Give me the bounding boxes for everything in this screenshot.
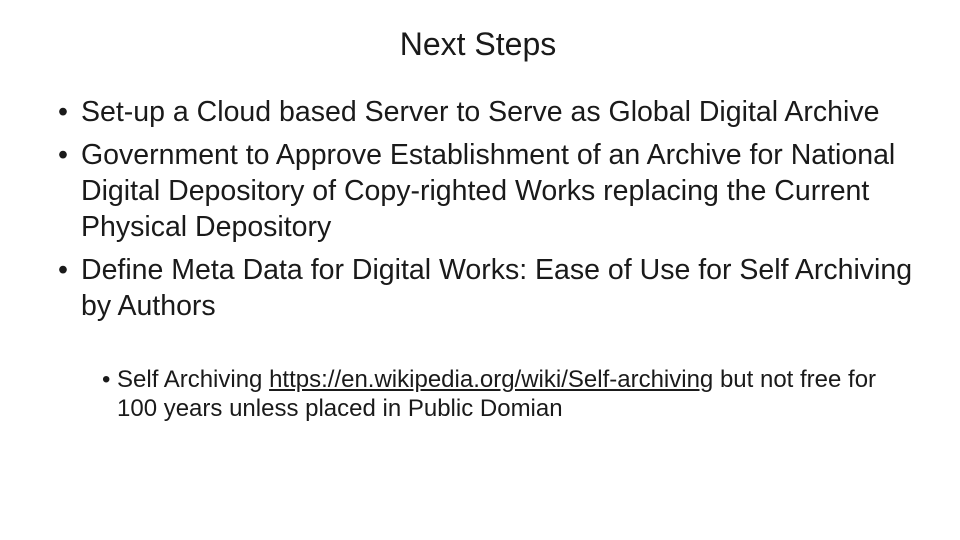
bullet-item: Define Meta Data for Digital Works: Ease… xyxy=(57,252,917,324)
sub-bullet-item: Self Archiving https://en.wikipedia.org/… xyxy=(101,365,901,423)
bullet-item: Government to Approve Establishment of a… xyxy=(57,137,917,245)
bullet-item: Set-up a Cloud based Server to Serve as … xyxy=(57,94,917,130)
slide-title: Next Steps xyxy=(399,26,557,62)
bullet-list: Set-up a Cloud based Server to Serve as … xyxy=(57,94,917,331)
self-archiving-link[interactable]: https://en.wikipedia.org/wiki/Self-archi… xyxy=(269,366,713,393)
sub-bullet-prefix: Self Archiving xyxy=(117,366,270,393)
sub-bullet-list: Self Archiving https://en.wikipedia.org/… xyxy=(101,365,901,423)
slide: Next Steps Set-up a Cloud based Server t… xyxy=(0,0,960,540)
